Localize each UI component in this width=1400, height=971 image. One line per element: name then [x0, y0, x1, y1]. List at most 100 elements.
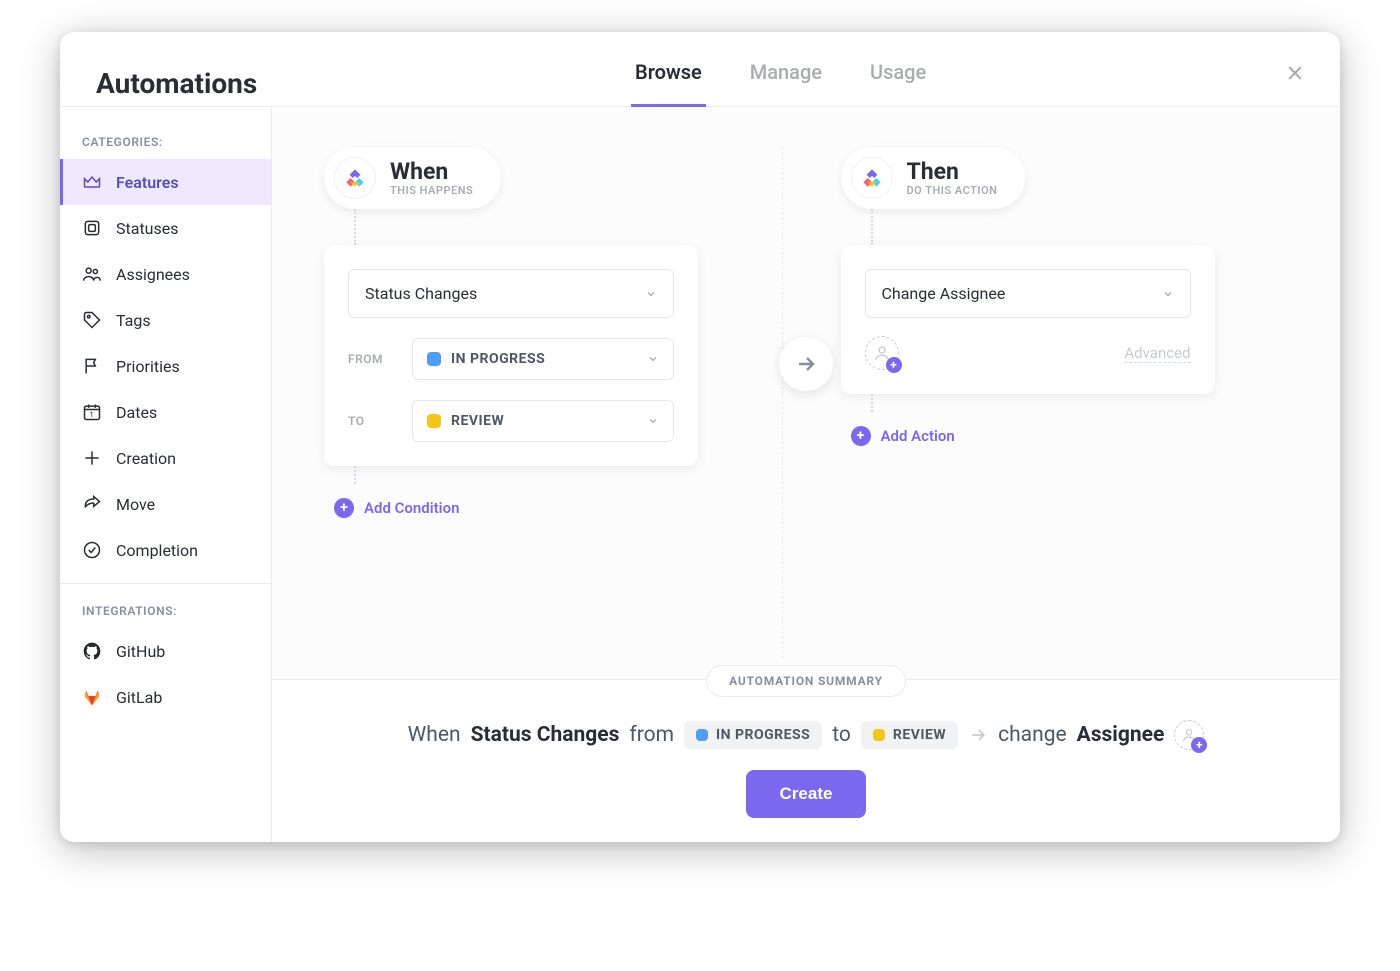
to-label: TO: [348, 414, 398, 428]
trigger-select[interactable]: Status Changes: [348, 269, 674, 318]
plus-circle-icon: +: [334, 498, 354, 518]
to-status-text: REVIEW: [451, 413, 637, 429]
when-title: When: [390, 159, 473, 184]
summary-badge: AUTOMATION SUMMARY: [706, 665, 906, 697]
close-button[interactable]: [1280, 58, 1310, 88]
svg-text:1: 1: [90, 410, 94, 419]
summary-sentence: When Status Changes from IN PROGRESS to …: [302, 720, 1310, 750]
summary-chip-to: REVIEW: [861, 721, 958, 749]
action-select[interactable]: Change Assignee: [865, 269, 1191, 318]
status-swatch-yellow: [427, 414, 441, 428]
assignee-row: Advanced: [865, 336, 1191, 370]
action-card: Change Assignee Advanced: [841, 245, 1215, 394]
sidebar-item-completion[interactable]: Completion: [60, 527, 271, 573]
status-swatch-blue: [427, 352, 441, 366]
to-status-select[interactable]: REVIEW: [412, 400, 674, 442]
sidebar-item-label: Creation: [116, 449, 176, 468]
then-column: Then DO THIS ACTION Change Assignee: [783, 147, 1299, 659]
close-icon: [1285, 63, 1305, 83]
sidebar-item-label: Tags: [116, 311, 151, 330]
from-status-select[interactable]: IN PROGRESS: [412, 338, 674, 380]
create-button[interactable]: Create: [746, 770, 867, 818]
add-action-button[interactable]: + Add Action: [851, 426, 955, 446]
gitlab-icon: [82, 687, 102, 707]
sidebar-item-label: Priorities: [116, 357, 180, 376]
sidebar-item-gitlab[interactable]: GitLab: [60, 674, 271, 720]
categories-heading: CATEGORIES:: [60, 129, 271, 159]
when-pill: When THIS HAPPENS: [324, 147, 501, 209]
trigger-card: Status Changes FROM IN PROGRESS: [324, 245, 698, 466]
connector-line: [871, 394, 873, 412]
clickup-logo-icon: [851, 157, 893, 199]
summary-to-status: REVIEW: [893, 727, 946, 743]
github-icon: [82, 641, 102, 661]
when-column: When THIS HAPPENS Status Changes: [314, 147, 783, 659]
add-condition-button[interactable]: + Add Condition: [334, 498, 459, 518]
to-row: TO REVIEW: [348, 400, 674, 442]
flow-arrow: [779, 337, 833, 391]
automation-builder: When THIS HAPPENS Status Changes: [272, 107, 1340, 679]
check-circle-icon: [82, 540, 102, 560]
sidebar-item-label: Completion: [116, 541, 198, 560]
person-icon: [873, 344, 891, 362]
integrations-heading: INTEGRATIONS:: [60, 598, 271, 628]
modal-body: CATEGORIES: Features Statuses Assignees: [60, 107, 1340, 842]
action-select-value: Change Assignee: [882, 284, 1006, 303]
flag-icon: [82, 356, 102, 376]
connector-line: [871, 209, 873, 245]
sidebar-item-move[interactable]: Move: [60, 481, 271, 527]
from-row: FROM IN PROGRESS: [348, 338, 674, 380]
sidebar-item-tags[interactable]: Tags: [60, 297, 271, 343]
chevron-down-icon: [647, 415, 659, 427]
chevron-down-icon: [647, 353, 659, 365]
sidebar-item-dates[interactable]: 1 Dates: [60, 389, 271, 435]
summary-status-changes: Status Changes: [471, 723, 620, 747]
summary-from-status: IN PROGRESS: [716, 727, 810, 743]
sidebar-item-creation[interactable]: Creation: [60, 435, 271, 481]
then-subtitle: DO THIS ACTION: [907, 184, 998, 197]
from-status-text: IN PROGRESS: [451, 351, 637, 367]
advanced-link[interactable]: Advanced: [1124, 344, 1190, 363]
summary-assignee-word: Assignee: [1077, 723, 1165, 747]
main-panel: When THIS HAPPENS Status Changes: [272, 107, 1340, 842]
status-swatch-blue: [696, 729, 708, 741]
sidebar-item-github[interactable]: GitHub: [60, 628, 271, 674]
summary-assignee-placeholder[interactable]: [1174, 720, 1204, 750]
assignee-picker[interactable]: [865, 336, 899, 370]
sidebar-item-label: Dates: [116, 403, 157, 422]
sidebar-divider: [60, 583, 271, 584]
summary-change-word: change: [998, 723, 1067, 747]
modal-title: Automations: [96, 67, 257, 100]
summary-from-word: from: [629, 723, 674, 747]
tab-usage[interactable]: Usage: [870, 60, 926, 106]
sidebar-item-assignees[interactable]: Assignees: [60, 251, 271, 297]
tab-browse[interactable]: Browse: [635, 60, 702, 106]
from-label: FROM: [348, 352, 398, 366]
arrow-share-icon: [82, 494, 102, 514]
add-condition-label: Add Condition: [364, 499, 459, 517]
automation-summary: AUTOMATION SUMMARY When Status Changes f…: [272, 679, 1340, 842]
sidebar-item-features[interactable]: Features: [60, 159, 271, 205]
summary-to-word: to: [832, 723, 851, 747]
chevron-down-icon: [1162, 288, 1174, 300]
calendar-icon: 1: [82, 402, 102, 422]
then-title: Then: [907, 159, 998, 184]
sidebar-item-label: GitHub: [116, 642, 165, 661]
sidebar-item-statuses[interactable]: Statuses: [60, 205, 271, 251]
connector-line: [354, 209, 356, 245]
plus-circle-icon: +: [851, 426, 871, 446]
summary-chip-from: IN PROGRESS: [684, 721, 822, 749]
then-pill: Then DO THIS ACTION: [841, 147, 1026, 209]
sidebar-item-label: Move: [116, 495, 155, 514]
modal-header: Automations Browse Manage Usage: [60, 32, 1340, 107]
trigger-select-value: Status Changes: [365, 284, 477, 303]
arrow-right-icon: [794, 352, 818, 376]
people-icon: [82, 264, 102, 284]
sidebar-item-priorities[interactable]: Priorities: [60, 343, 271, 389]
status-swatch-yellow: [873, 729, 885, 741]
add-action-label: Add Action: [881, 427, 955, 445]
sidebar-item-label: Features: [116, 173, 179, 192]
sidebar-item-label: Assignees: [116, 265, 190, 284]
person-icon: [1181, 727, 1197, 743]
tab-manage[interactable]: Manage: [750, 60, 822, 106]
